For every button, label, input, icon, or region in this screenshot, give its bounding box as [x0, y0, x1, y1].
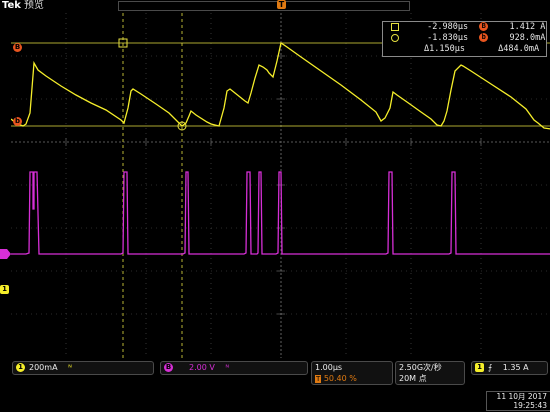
- ch-b-scale: 2.00 V: [189, 363, 215, 372]
- mode-label: 预览: [23, 0, 44, 11]
- ch1-scale: 200mA: [29, 363, 58, 372]
- horizontal-position: 50.40 %: [323, 374, 357, 383]
- graticule: [11, 13, 550, 358]
- ch-b-badge: B: [164, 363, 173, 372]
- record-view-bar[interactable]: [118, 1, 410, 11]
- trigger-edge-icon: ⨍: [488, 363, 493, 372]
- trigger-position-icon: T: [315, 375, 322, 383]
- graticule-center: [11, 13, 550, 358]
- ch1-badge: 1: [16, 363, 25, 372]
- datetime-display: 11 10月 2017 19:25:43: [486, 391, 550, 411]
- record-length: 20M 点: [399, 374, 427, 383]
- channel-b-icon: B: [479, 22, 489, 31]
- time-per-div: 1.00µs: [315, 363, 343, 372]
- waveform-display[interactable]: [11, 13, 550, 358]
- trigger-level: 1.35 A: [502, 363, 529, 372]
- cursor-b-time: -1.830µs: [427, 33, 469, 43]
- ch1-ground-marker[interactable]: 1: [0, 285, 9, 294]
- cursor-readout-panel: -2.980µs B 1.412 A -1.830µs b 928.0mA Δ1…: [382, 21, 547, 57]
- ch-b-coupling-icon: ᴺ: [225, 363, 230, 372]
- circle-cursor-icon: [391, 33, 399, 42]
- channel-b-lower-icon: b: [479, 33, 489, 42]
- ch-b-upper-marker[interactable]: B: [13, 43, 22, 52]
- ch1-coupling-icon: ᴺ: [68, 363, 72, 372]
- ch-b-settings[interactable]: B 2.00 V ᴺ: [160, 361, 308, 375]
- date-label: 11 10月 2017: [496, 392, 547, 401]
- ch-b-lower-marker[interactable]: b: [13, 117, 22, 126]
- acquisition-settings[interactable]: 2.50G次/秒 20M 点: [395, 361, 465, 385]
- status-bar: 1 200mA ᴺ B 2.00 V ᴺ 1.00µs T 50.40 % 2.50…: [0, 358, 550, 412]
- readout-row-2: -1.830µs b 928.0mA: [391, 33, 545, 44]
- readout-row-1: -2.980µs B 1.412 A: [391, 22, 545, 33]
- trigger-settings[interactable]: 1 ⨍ 1.35 A: [471, 361, 548, 375]
- sample-rate: 2.50G次/秒: [399, 363, 442, 372]
- top-bar: Tek 预览 T: [0, 0, 550, 12]
- ch1-settings[interactable]: 1 200mA ᴺ: [12, 361, 154, 375]
- trigger-source-badge: 1: [475, 363, 484, 372]
- brand-label: Tek 预览: [2, 0, 44, 12]
- cursor-a-time: -2.980µs: [427, 22, 469, 32]
- delta-value: Δ484.0mA: [498, 44, 540, 54]
- graticule-ticks: [65, 55, 482, 315]
- ch-b-ground-marker[interactable]: [0, 249, 11, 259]
- square-cursor-icon: [391, 22, 399, 31]
- trigger-position-marker[interactable]: T: [277, 0, 286, 9]
- horizontal-settings[interactable]: 1.00µs T 50.40 %: [311, 361, 393, 385]
- cursor-b-value: 928.0mA: [509, 33, 546, 43]
- time-label: 19:25:43: [513, 401, 547, 410]
- readout-row-3: Δ1.150µs Δ484.0mA: [391, 44, 539, 55]
- delta-time: Δ1.150µs: [424, 44, 465, 54]
- brand-name: Tek: [2, 0, 21, 11]
- ch-b-gate-waveform: [11, 171, 550, 255]
- cursor-a-value: 1.412 A: [509, 22, 546, 32]
